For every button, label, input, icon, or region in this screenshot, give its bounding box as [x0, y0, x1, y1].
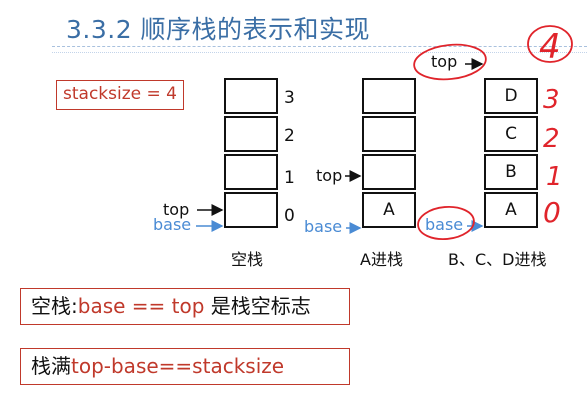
handwritten-digit: 3 [543, 85, 560, 115]
handwritten-digit: 2 [543, 124, 560, 154]
annotation-overlay: 4 3 2 1 0 [196, 25, 573, 241]
note-text: 空栈: [31, 294, 78, 318]
note-expression: base == top [77, 294, 205, 318]
full-stack-note: 栈满top-base==stacksize [20, 348, 350, 385]
handwritten-digit: 0 [543, 196, 561, 229]
note-text: 是栈空标志 [204, 294, 311, 318]
handwritten-circle-base [417, 205, 475, 241]
handwritten-digit: 1 [546, 162, 563, 192]
note-text: 栈满 [31, 354, 71, 378]
empty-stack-note: 空栈:base == top 是栈空标志 [20, 288, 350, 325]
note-expression: top-base==stacksize [71, 354, 285, 378]
handwritten-four: 4 [539, 27, 561, 67]
handwritten-circle-top [413, 43, 487, 81]
